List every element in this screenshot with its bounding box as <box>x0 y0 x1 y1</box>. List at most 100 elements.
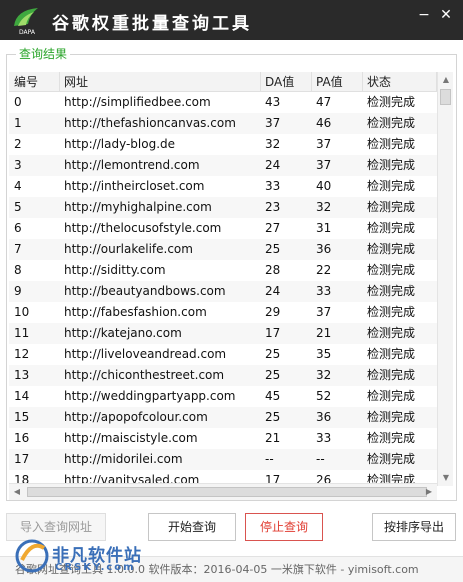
cell-pa: 32 <box>316 368 332 382</box>
cell-status: 检测完成 <box>367 179 416 193</box>
title-bar: DAPA 谷歌权重批量查询工具 − ✕ <box>0 0 463 40</box>
cell-status: 检测完成 <box>367 368 416 382</box>
cell-pa: 22 <box>316 263 332 277</box>
cell-number: 11 <box>14 326 30 340</box>
cell-da: 25 <box>265 410 281 424</box>
cell-pa: 46 <box>316 116 332 130</box>
app-logo-icon: DAPA <box>14 8 38 36</box>
cell-number: 17 <box>14 452 30 466</box>
cell-number: 8 <box>14 263 22 277</box>
table-row[interactable]: 7 http://ourlakelife.com 25 36 检测完成 <box>9 239 437 260</box>
table-row[interactable]: 6 http://thelocusofstyle.com 27 31 检测完成 <box>9 218 437 239</box>
cell-pa: 52 <box>316 389 332 403</box>
cell-pa: 37 <box>316 158 332 172</box>
cell-number: 6 <box>14 221 22 235</box>
scroll-left-icon[interactable]: ◀ <box>9 484 25 500</box>
cell-pa: -- <box>316 452 325 466</box>
cell-pa: 47 <box>316 95 332 109</box>
vertical-scrollbar[interactable]: ▲ ▼ <box>437 72 453 486</box>
scroll-up-icon[interactable]: ▲ <box>438 72 454 88</box>
cell-url: http://lady-blog.de <box>64 137 176 151</box>
scroll-right-icon[interactable]: ▶ <box>421 484 437 500</box>
cell-url: http://thefashioncanvas.com <box>64 116 236 130</box>
table-row[interactable]: 14 http://weddingpartyapp.com 45 52 检测完成 <box>9 386 437 407</box>
table-row[interactable]: 9 http://beautyandbows.com 24 33 检测完成 <box>9 281 437 302</box>
cell-da: 33 <box>265 179 281 193</box>
table-row[interactable]: 15 http://apopofcolour.com 25 36 检测完成 <box>9 407 437 428</box>
column-header-da[interactable]: DA值 <box>261 72 312 91</box>
table-row[interactable]: 5 http://myhighalpine.com 23 32 检测完成 <box>9 197 437 218</box>
table-row[interactable]: 8 http://siditty.com 28 22 检测完成 <box>9 260 437 281</box>
cell-da: -- <box>265 452 274 466</box>
cell-pa: 36 <box>316 242 332 256</box>
cell-pa: 33 <box>316 284 332 298</box>
cell-da: 27 <box>265 221 281 235</box>
cell-url: http://lemontrend.com <box>64 158 200 172</box>
column-header-pa[interactable]: PA值 <box>312 72 363 91</box>
export-sorted-button[interactable]: 按排序导出 <box>372 513 456 541</box>
cell-url: http://siditty.com <box>64 263 166 277</box>
results-table[interactable]: 编号 网址 DA值 PA值 状态 0 http://simplifiedbee.c… <box>9 72 437 486</box>
table-row[interactable]: 10 http://fabesfashion.com 29 37 检测完成 <box>9 302 437 323</box>
cell-status: 检测完成 <box>367 389 416 403</box>
cell-da: 24 <box>265 158 281 172</box>
cell-status: 检测完成 <box>367 200 416 214</box>
cell-url: http://simplifiedbee.com <box>64 95 211 109</box>
table-row[interactable]: 1 http://thefashioncanvas.com 37 46 检测完成 <box>9 113 437 134</box>
table-row[interactable]: 2 http://lady-blog.de 32 37 检测完成 <box>9 134 437 155</box>
stop-query-button[interactable]: 停止查询 <box>245 513 323 541</box>
cell-url: http://ourlakelife.com <box>64 242 193 256</box>
table-row[interactable]: 13 http://chiconthestreet.com 25 32 检测完成 <box>9 365 437 386</box>
table-row[interactable]: 17 http://midorilei.com -- -- 检测完成 <box>9 449 437 470</box>
horizontal-scroll-thumb[interactable] <box>27 487 427 497</box>
table-row[interactable]: 0 http://simplifiedbee.com 43 47 检测完成 <box>9 92 437 113</box>
cell-status: 检测完成 <box>367 263 416 277</box>
table-header: 编号 网址 DA值 PA值 状态 <box>9 72 437 92</box>
close-icon[interactable]: ✕ <box>437 6 455 24</box>
watermark-domain: CRSKY.com <box>55 562 136 573</box>
cell-pa: 35 <box>316 347 332 361</box>
cell-da: 25 <box>265 242 281 256</box>
cell-pa: 40 <box>316 179 332 193</box>
logo-text: DAPA <box>19 29 36 36</box>
cell-pa: 31 <box>316 221 332 235</box>
column-header-number[interactable]: 编号 <box>9 72 60 91</box>
cell-number: 12 <box>14 347 30 361</box>
cell-da: 28 <box>265 263 281 277</box>
cell-number: 0 <box>14 95 22 109</box>
cell-url: http://beautyandbows.com <box>64 284 226 298</box>
cell-status: 检测完成 <box>367 347 416 361</box>
cell-da: 25 <box>265 368 281 382</box>
results-group-label: 查询结果 <box>16 47 71 61</box>
table-row[interactable]: 16 http://maiscistyle.com 21 33 检测完成 <box>9 428 437 449</box>
cell-pa: 37 <box>316 137 332 151</box>
cell-pa: 33 <box>316 431 332 445</box>
table-row[interactable]: 4 http://intheircloset.com 33 40 检测完成 <box>9 176 437 197</box>
horizontal-scrollbar[interactable]: ◀ ▶ <box>9 483 437 500</box>
minimize-icon[interactable]: − <box>415 6 433 24</box>
cell-status: 检测完成 <box>367 221 416 235</box>
cell-url: http://weddingpartyapp.com <box>64 389 236 403</box>
cell-url: http://myhighalpine.com <box>64 200 212 214</box>
table-row[interactable]: 11 http://katejano.com 17 21 检测完成 <box>9 323 437 344</box>
cell-url: http://liveloveandread.com <box>64 347 227 361</box>
cell-da: 17 <box>265 326 281 340</box>
cell-number: 14 <box>14 389 30 403</box>
scroll-down-icon[interactable]: ▼ <box>438 470 454 486</box>
cell-status: 检测完成 <box>367 452 416 466</box>
cell-da: 24 <box>265 284 281 298</box>
cell-pa: 21 <box>316 326 332 340</box>
table-row[interactable]: 12 http://liveloveandread.com 25 35 检测完成 <box>9 344 437 365</box>
vertical-scroll-thumb[interactable] <box>440 89 451 105</box>
cell-url: http://apopofcolour.com <box>64 410 208 424</box>
column-header-url[interactable]: 网址 <box>60 72 261 91</box>
cell-number: 2 <box>14 137 22 151</box>
table-row[interactable]: 3 http://lemontrend.com 24 37 检测完成 <box>9 155 437 176</box>
cell-status: 检测完成 <box>367 410 416 424</box>
cell-da: 23 <box>265 200 281 214</box>
cell-number: 5 <box>14 200 22 214</box>
cell-status: 检测完成 <box>367 431 416 445</box>
cell-number: 13 <box>14 368 30 382</box>
cell-number: 4 <box>14 179 22 193</box>
column-header-status[interactable]: 状态 <box>363 72 437 91</box>
